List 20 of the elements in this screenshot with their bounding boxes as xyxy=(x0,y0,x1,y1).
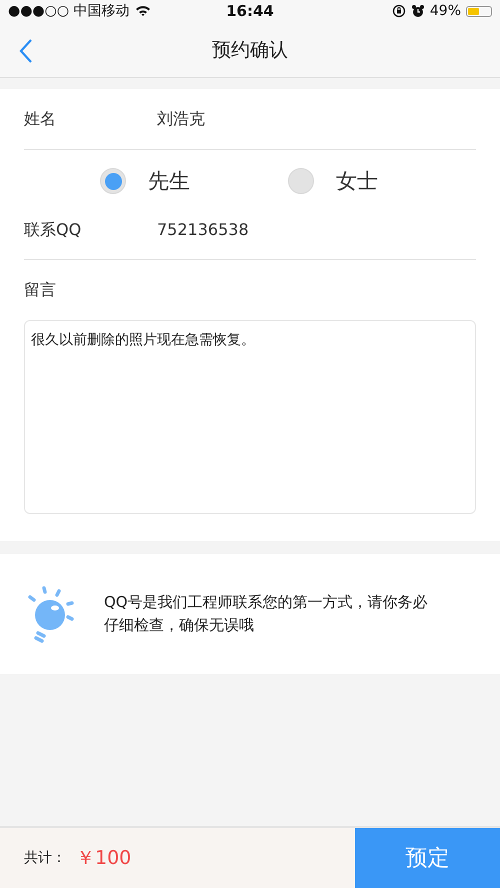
name-value: 刘浩克 xyxy=(157,108,205,130)
total-label: 共计： xyxy=(24,849,66,867)
wifi-icon xyxy=(134,5,151,17)
rotation-lock-icon xyxy=(392,4,406,18)
battery-percent: 49% xyxy=(430,3,461,19)
name-label: 姓名 xyxy=(24,108,57,130)
total-price: ￥100 xyxy=(76,846,132,871)
message-field[interactable]: 很久以前删除的照片现在急需恢复。 xyxy=(24,320,476,514)
page-title: 预约确认 xyxy=(212,38,288,62)
status-time: 16:44 xyxy=(226,2,274,20)
alarm-icon xyxy=(410,4,425,18)
qq-label: 联系QQ xyxy=(24,220,82,241)
back-icon xyxy=(18,38,34,64)
tip-text: QQ号是我们工程师联系您的第一方式，请你务必仔细检查，确保无误哦 xyxy=(104,592,429,636)
battery-icon xyxy=(466,6,492,16)
qq-value: 752136538 xyxy=(157,220,249,239)
message-label: 留言 xyxy=(24,280,56,300)
carrier-text: ●●●○○ 中国移动 xyxy=(8,2,130,20)
gender-option[interactable]: 女士 xyxy=(288,167,476,195)
gender-option[interactable]: 先生 xyxy=(100,167,288,195)
